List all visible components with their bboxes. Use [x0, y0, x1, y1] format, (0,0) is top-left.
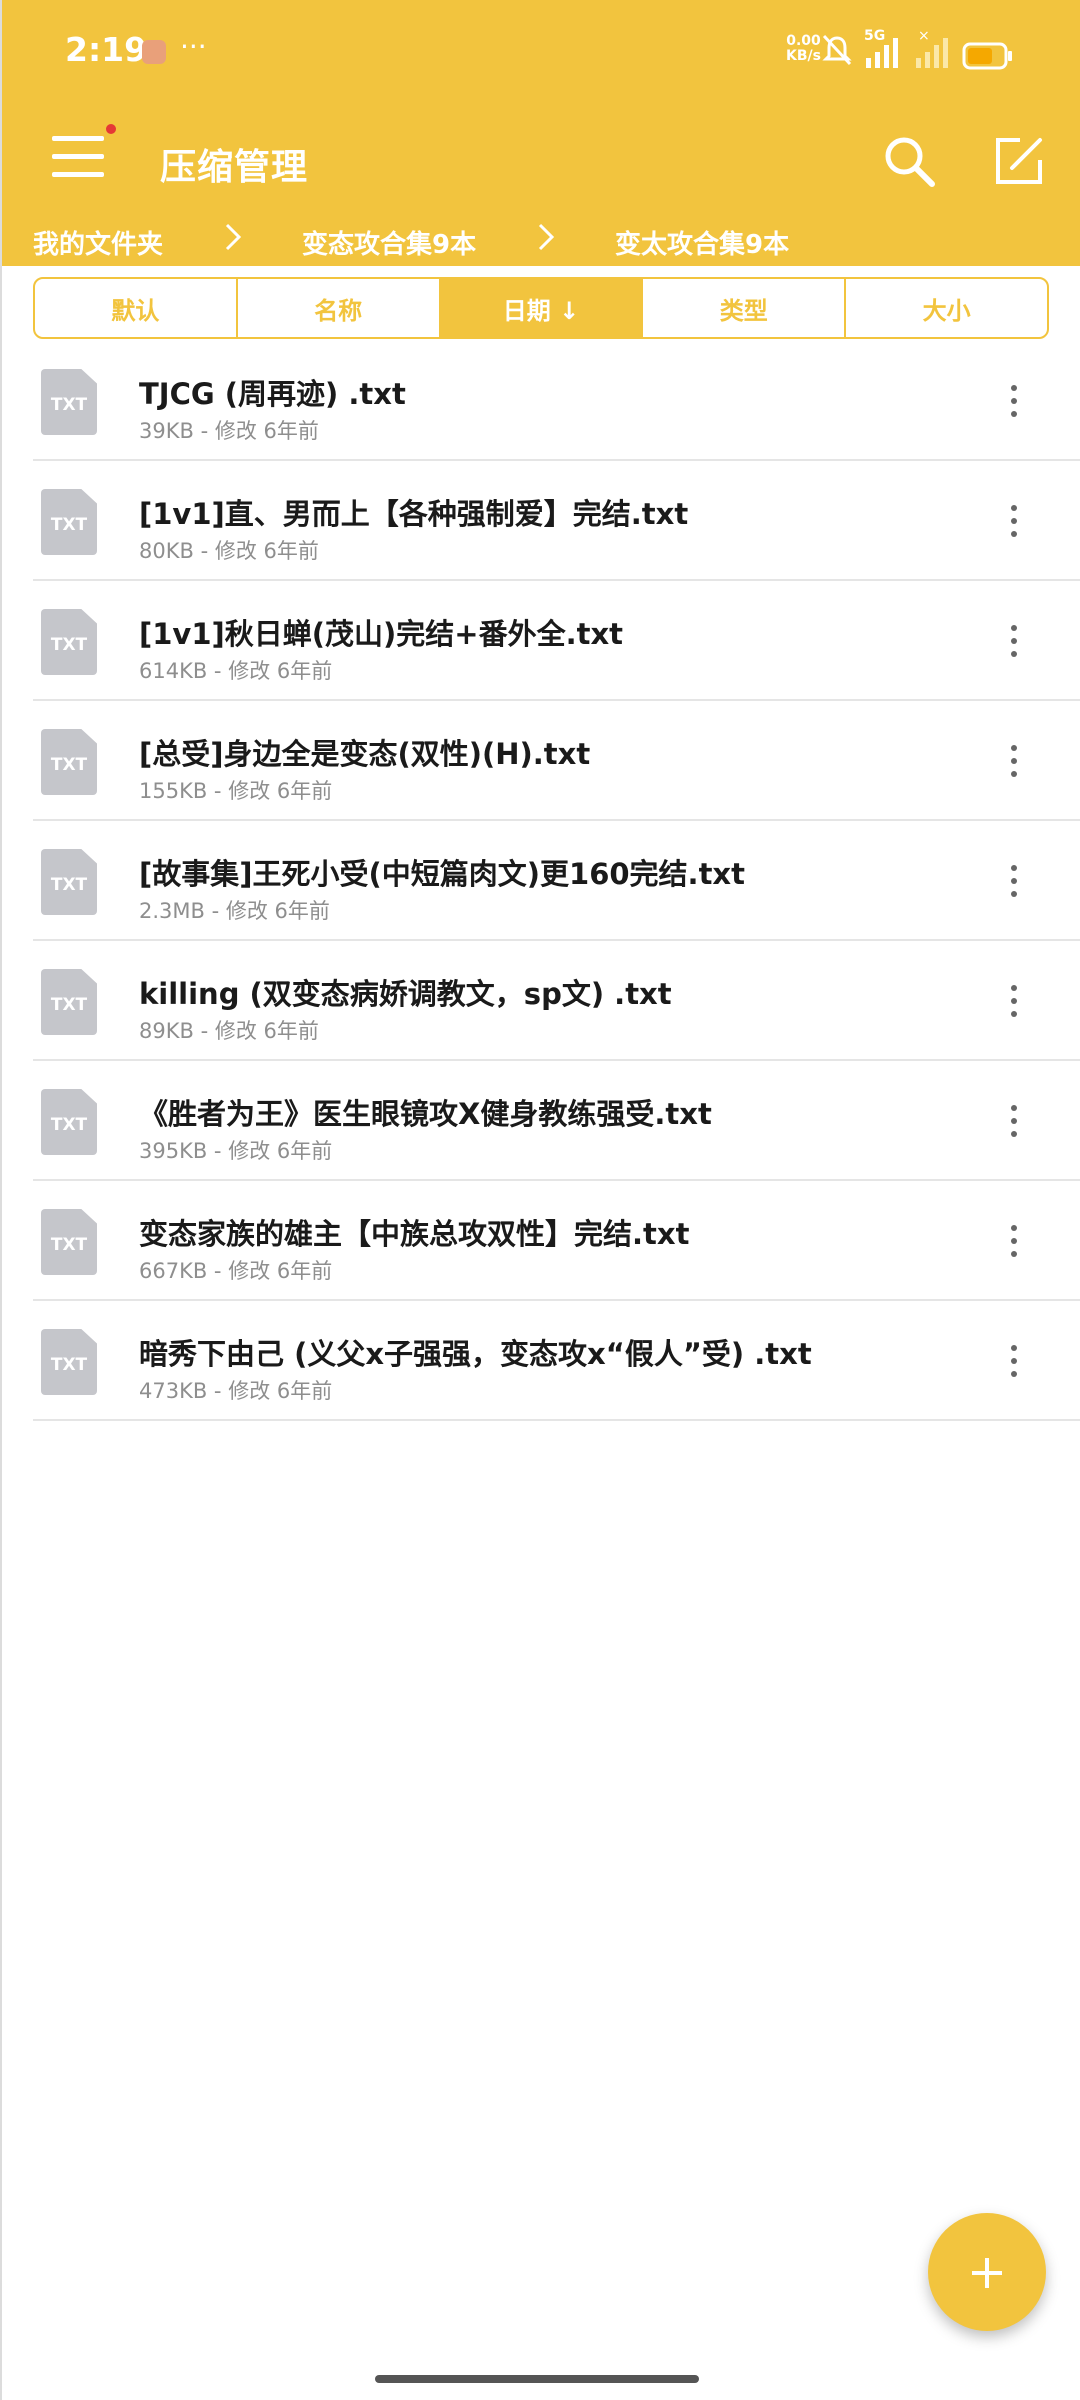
page-title: 压缩管理 [160, 147, 309, 188]
file-row[interactable]: TXT TJCG (周再迹) .txt 39KB - 修改 6年前 [33, 341, 1080, 461]
file-meta: 155KB - 修改 6年前 [139, 779, 333, 803]
network-speed-unit: KB/s [786, 48, 821, 64]
file-type-label: TXT [50, 755, 88, 775]
file-name: [故事集]王死小受(中短篇肉文)更160完结.txt [139, 857, 745, 891]
txt-file-icon: TXT [41, 849, 97, 915]
breadcrumb-item-root[interactable]: 我的文件夹 [33, 224, 163, 261]
status-time: 2:19 [65, 30, 148, 69]
file-meta: 614KB - 修改 6年前 [139, 659, 333, 683]
file-meta: 89KB - 修改 6年前 [139, 1019, 319, 1043]
mute-icon [822, 34, 852, 66]
chevron-right-icon [538, 223, 555, 251]
sort-tab-default[interactable]: 默认 [35, 279, 238, 337]
file-name: TJCG (周再迹) .txt [139, 377, 406, 411]
sort-tab-date[interactable]: 日期 ↓ [440, 279, 644, 337]
more-options-icon[interactable] [1003, 1221, 1023, 1261]
file-row[interactable]: TXT [1v1]秋日蝉(茂山)完结+番外全.txt 614KB - 修改 6年前 [33, 581, 1080, 701]
network-speed: 0.00 KB/s [786, 34, 821, 64]
file-type-label: TXT [50, 1235, 88, 1255]
more-options-icon[interactable] [1003, 741, 1023, 781]
file-meta: 39KB - 修改 6年前 [139, 419, 319, 443]
file-row[interactable]: TXT 暗秀下由己 (义父x子强强，变态攻x“假人”受) .txt 473KB - … [33, 1301, 1080, 1421]
sort-tabs: 默认 名称 日期 ↓ 类型 大小 [33, 277, 1049, 339]
file-type-label: TXT [50, 1355, 88, 1375]
file-type-label: TXT [50, 395, 88, 415]
file-type-label: TXT [50, 995, 88, 1015]
sort-tab-type[interactable]: 类型 [643, 279, 847, 337]
file-meta: 395KB - 修改 6年前 [139, 1139, 333, 1163]
file-name: 变态家族的雄主【中族总攻双性】完结.txt [139, 1217, 690, 1251]
signal-icon-secondary: × [916, 30, 948, 68]
file-name: [1v1]直、男而上【各种强制爱】完结.txt [139, 497, 689, 531]
file-name: [总受]身边全是变态(双性)(H).txt [139, 737, 591, 771]
txt-file-icon: TXT [41, 1209, 97, 1275]
app-bar: 压缩管理 [0, 100, 1080, 220]
txt-file-icon: TXT [41, 729, 97, 795]
chevron-right-icon [225, 223, 242, 251]
txt-file-icon: TXT [41, 369, 97, 435]
txt-file-icon: TXT [41, 489, 97, 555]
battery-icon [962, 42, 1012, 70]
file-type-label: TXT [50, 1115, 88, 1135]
svg-text:×: × [918, 30, 930, 44]
navigation-handle[interactable] [375, 2375, 699, 2383]
menu-button[interactable] [52, 130, 108, 186]
sort-tab-size[interactable]: 大小 [846, 279, 1047, 337]
file-row[interactable]: TXT [总受]身边全是变态(双性)(H).txt 155KB - 修改 6年前 [33, 701, 1080, 821]
file-type-label: TXT [50, 635, 88, 655]
edit-icon [996, 138, 1042, 184]
file-name: 暗秀下由己 (义父x子强强，变态攻x“假人”受) .txt [139, 1337, 812, 1371]
file-row[interactable]: TXT [1v1]直、男而上【各种强制爱】完结.txt 80KB - 修改 6年前 [33, 461, 1080, 581]
status-bar: 2:19 ··· 0.00 KB/s 5G × [0, 0, 1080, 100]
signal-icon [866, 38, 898, 68]
recording-icon [142, 40, 166, 64]
more-notifications-indicator: ··· [180, 30, 207, 63]
txt-file-icon: TXT [41, 969, 97, 1035]
network-speed-value: 0.00 [786, 33, 821, 49]
file-meta: 80KB - 修改 6年前 [139, 539, 319, 563]
search-button[interactable] [880, 132, 940, 192]
file-row[interactable]: TXT killing (双变态病娇调教文，sp文) .txt 89KB - 修改 … [33, 941, 1080, 1061]
more-options-icon[interactable] [1003, 1101, 1023, 1141]
file-name: [1v1]秋日蝉(茂山)完结+番外全.txt [139, 617, 624, 651]
file-type-label: TXT [50, 875, 88, 895]
more-options-icon[interactable] [1003, 1341, 1023, 1381]
more-options-icon[interactable] [1003, 381, 1023, 421]
edit-button[interactable] [990, 132, 1048, 190]
file-meta: 2.3MB - 修改 6年前 [139, 899, 330, 923]
file-name: 《胜者为王》医生眼镜攻X健身教练强受.txt [139, 1097, 712, 1131]
more-options-icon[interactable] [1003, 861, 1023, 901]
file-row[interactable]: TXT [故事集]王死小受(中短篇肉文)更160完结.txt 2.3MB - 修改 … [33, 821, 1080, 941]
search-icon [885, 137, 935, 187]
more-options-icon[interactable] [1003, 621, 1023, 661]
file-name: killing (双变态病娇调教文，sp文) .txt [139, 977, 672, 1011]
txt-file-icon: TXT [41, 609, 97, 675]
top-app-area: 2:19 ··· 0.00 KB/s 5G × 压缩管理 我的文件夹 变态攻合集… [0, 0, 1080, 266]
txt-file-icon: TXT [41, 1089, 97, 1155]
file-row[interactable]: TXT 《胜者为王》医生眼镜攻X健身教练强受.txt 395KB - 修改 6年前 [33, 1061, 1080, 1181]
file-meta: 473KB - 修改 6年前 [139, 1379, 333, 1403]
file-meta: 667KB - 修改 6年前 [139, 1259, 333, 1283]
more-options-icon[interactable] [1003, 981, 1023, 1021]
sort-tab-name[interactable]: 名称 [238, 279, 441, 337]
file-list: TXT TJCG (周再迹) .txt 39KB - 修改 6年前 TXT [1v1]直… [0, 341, 1080, 1421]
notification-dot [106, 124, 116, 134]
file-type-label: TXT [50, 515, 88, 535]
breadcrumb: 我的文件夹 变态攻合集9本 变太攻合集9本 [0, 218, 1080, 266]
breadcrumb-item-parent[interactable]: 变态攻合集9本 [302, 224, 476, 261]
add-button[interactable] [928, 2213, 1046, 2331]
screen-edge [0, 0, 2, 2400]
file-row[interactable]: TXT 变态家族的雄主【中族总攻双性】完结.txt 667KB - 修改 6年前 [33, 1181, 1080, 1301]
breadcrumb-item-current[interactable]: 变太攻合集9本 [615, 224, 789, 261]
more-options-icon[interactable] [1003, 501, 1023, 541]
txt-file-icon: TXT [41, 1329, 97, 1395]
